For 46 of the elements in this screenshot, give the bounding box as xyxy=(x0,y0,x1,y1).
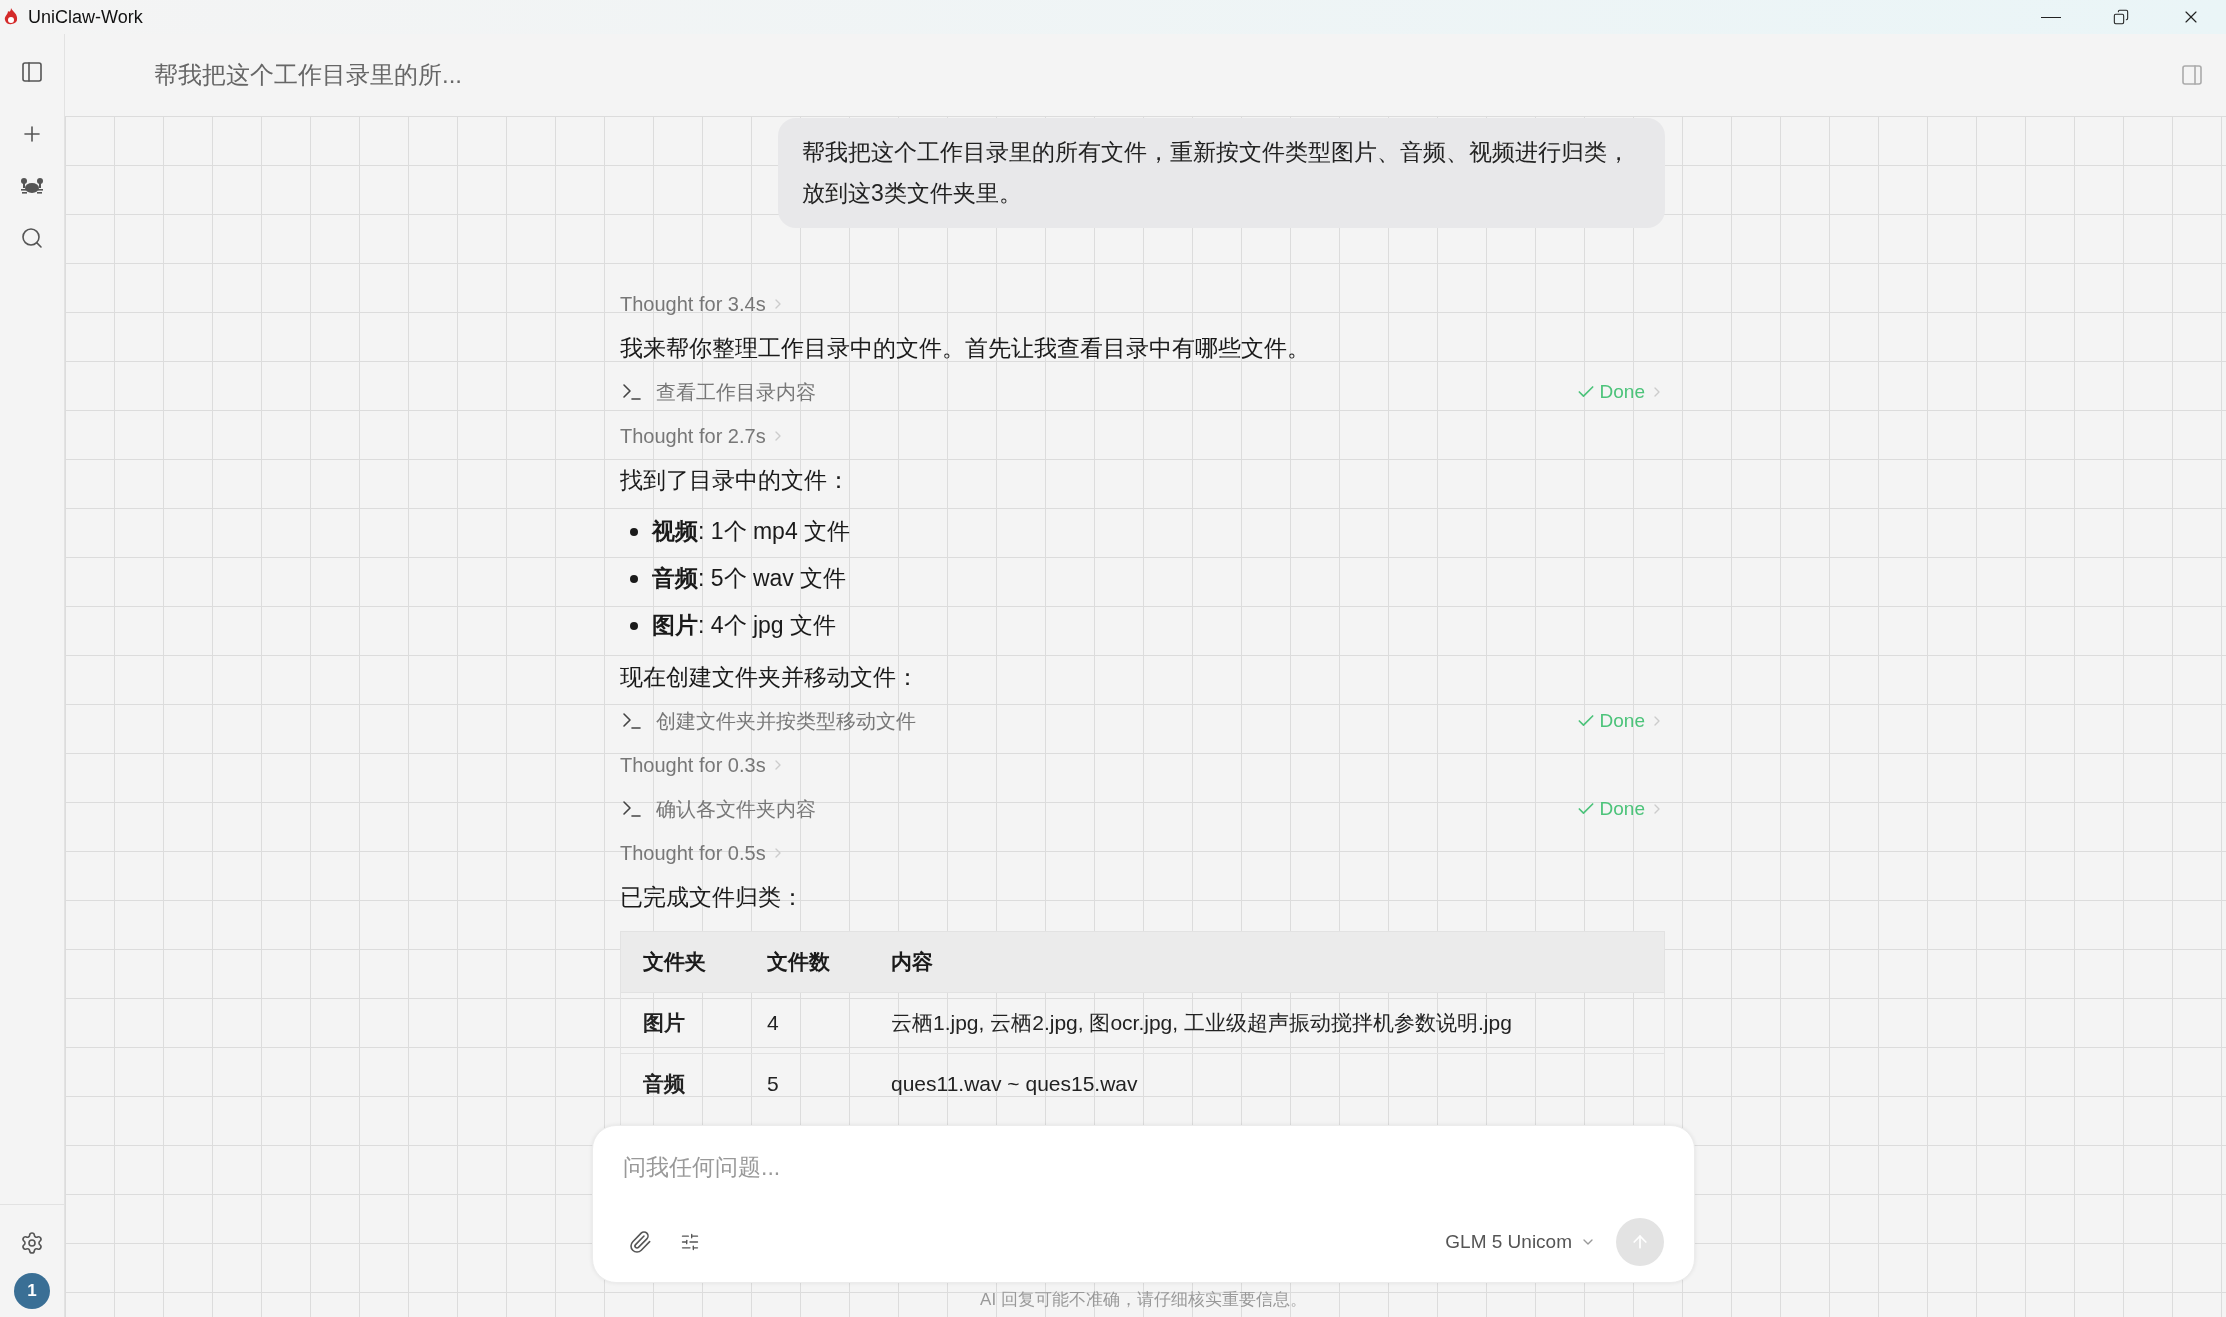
bullet-icon xyxy=(630,621,638,630)
message-input[interactable]: 问我任何问题... xyxy=(623,1150,1664,1185)
thought-toggle[interactable]: Thought for 3.4s xyxy=(620,289,786,319)
chat-title: 帮我把这个工作目录里的所... xyxy=(154,60,462,90)
bullet-icon xyxy=(630,574,638,583)
assistant-text: 找到了目录中的文件： xyxy=(620,465,850,495)
paperclip-icon xyxy=(628,1230,652,1254)
assistant-text: 现在创建文件夹并移动文件： xyxy=(620,662,919,692)
window-title: UniClaw-Work xyxy=(28,5,143,29)
model-selector[interactable]: GLM 5 Unicom xyxy=(1445,1227,1596,1257)
list-item: 图片: 4个 jpg 文件 xyxy=(652,611,837,641)
user-avatar[interactable]: 1 xyxy=(14,1273,50,1309)
column-header: 文件夹 xyxy=(642,949,707,976)
assistant-text: 我来帮你整理工作目录中的文件。首先让我查看目录中有哪些文件。 xyxy=(620,333,1310,363)
table-cell-text: 5 xyxy=(766,1071,780,1098)
bullet-icon xyxy=(630,527,638,536)
assistant-text: 已完成文件归类： xyxy=(620,882,804,912)
list-item: 视频: 1个 mp4 文件 xyxy=(652,517,851,547)
column-header: 内容 xyxy=(890,949,934,976)
table-cell-text: 图片 xyxy=(642,1010,686,1037)
thought-toggle[interactable]: Thought for 0.3s xyxy=(620,750,786,780)
tool-call-label: 确认各文件夹内容 xyxy=(656,797,816,822)
settings-icon xyxy=(20,1231,44,1255)
table-cell-text: 云栖1.jpg, 云栖2.jpg, 图ocr.jpg, 工业级超声振动搅拌机参数说明.jpg xyxy=(890,1010,1513,1037)
sidebar-toggle-icon xyxy=(20,60,44,84)
tool-status[interactable]: Done xyxy=(1575,794,1665,824)
tool-status[interactable]: Done xyxy=(1575,706,1665,736)
table-cell-text: 音频 xyxy=(642,1071,686,1098)
thought-toggle[interactable]: Thought for 2.7s xyxy=(620,421,786,451)
panel-toggle-icon xyxy=(2180,63,2204,87)
flame-logo-icon xyxy=(2,7,20,27)
restore-icon xyxy=(2113,9,2129,25)
column-header: 文件数 xyxy=(766,949,831,976)
table-cell-text: ques11.wav ~ ques15.wav xyxy=(890,1071,1139,1098)
search-icon xyxy=(20,226,44,250)
tool-call-label: 查看工作目录内容 xyxy=(656,380,816,405)
user-message: 帮我把这个工作目录里的所有文件，重新按文件类型图片、音频、视频进行归类，放到这3类文件夹里。 xyxy=(778,118,1665,228)
tool-status[interactable]: Done xyxy=(1575,377,1665,407)
tool-call-label: 创建文件夹并按类型移动文件 xyxy=(656,709,916,734)
minimize-icon xyxy=(2041,16,2061,18)
disclaimer: AI 回复可能不准确，请仔细核实重要信息。 xyxy=(980,1289,1307,1312)
table-cell-text: 4 xyxy=(766,1010,780,1037)
list-item: 音频: 5个 wav 文件 xyxy=(652,564,847,594)
crab-icon xyxy=(20,176,44,196)
thought-toggle[interactable]: Thought for 0.5s xyxy=(620,838,786,868)
sliders-icon xyxy=(680,1232,700,1252)
